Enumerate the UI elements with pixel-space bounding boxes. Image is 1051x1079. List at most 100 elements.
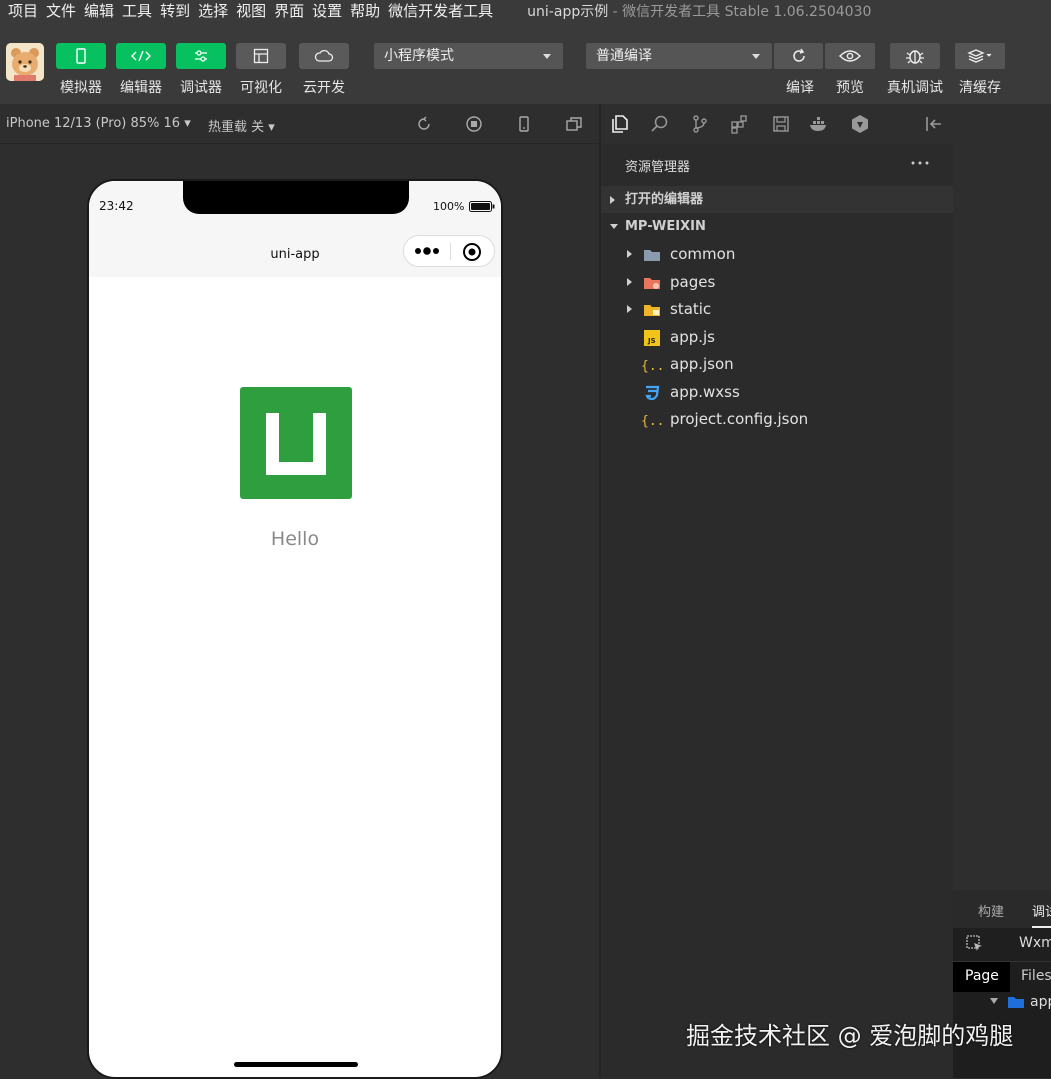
bug-icon — [906, 50, 924, 64]
json-file-icon: {..} — [641, 359, 663, 373]
page-tab[interactable]: Page — [965, 968, 999, 984]
source-control-icon[interactable] — [690, 114, 710, 134]
menu-item-settings[interactable]: 设置 — [304, 1, 342, 21]
clear-cache-label: 清缓存 — [959, 80, 1001, 96]
layers-icon — [967, 49, 992, 63]
explorer-panel: 资源管理器 打开的编辑器 MP-WEIXIN common pages stat… — [601, 144, 953, 1078]
menu-bar: 项目 文件 编辑 工具 转到 选择 视图 界面 设置 帮助 微信开发者工具 un… — [0, 0, 1051, 22]
remote-debug-label: 真机调试 — [887, 80, 943, 96]
tree-item-static[interactable]: static — [601, 296, 953, 323]
project-section[interactable]: MP-WEIXIN — [601, 213, 953, 240]
tree-item-label: app.wxss — [670, 383, 740, 401]
editor-button[interactable] — [116, 43, 166, 69]
chevron-down-icon[interactable] — [990, 998, 998, 1004]
device-select[interactable]: iPhone 12/13 (Pro) 85% 16 ▾ — [6, 116, 191, 131]
uni-logo-icon — [266, 413, 326, 475]
toolbar: 模拟器 编辑器 调试器 可视化 云开发 小程序模式 普通编译 编译 预览 真机调… — [0, 22, 1051, 104]
docker-icon[interactable] — [809, 114, 829, 134]
remote-debug-button[interactable] — [890, 43, 940, 69]
chevron-right-icon — [627, 250, 632, 258]
svg-text:JS: JS — [647, 337, 656, 345]
preview-button[interactable] — [825, 43, 875, 69]
js-file-icon: JS — [644, 330, 660, 346]
folder-icon — [1008, 997, 1024, 1008]
wxml-tab[interactable]: Wxml — [1019, 935, 1051, 951]
hot-reload-toggle[interactable]: 热重载 关 ▾ — [208, 116, 275, 135]
json-file-icon: {..} — [641, 414, 663, 428]
tree-item-label: static — [670, 300, 712, 318]
tree-item-label: pages — [670, 273, 716, 291]
simulator-button[interactable] — [56, 43, 106, 69]
menu-item-help[interactable]: 帮助 — [342, 1, 380, 21]
menu-item-tools[interactable]: 工具 — [114, 1, 152, 21]
chevron-right-icon — [627, 278, 632, 286]
svg-text:{..}: {..} — [641, 414, 663, 428]
phone-mode-icon[interactable] — [515, 115, 533, 133]
files-icon[interactable] — [610, 114, 630, 134]
tree-item-app-json[interactable]: {..} app.json — [601, 351, 953, 378]
menu-item-interface[interactable]: 界面 — [266, 1, 304, 21]
chevron-right-icon — [610, 196, 615, 204]
rotate-icon[interactable] — [415, 115, 433, 133]
collapse-panel-icon[interactable] — [924, 114, 944, 134]
outline-icon[interactable] — [771, 114, 791, 134]
more-options-icon[interactable] — [911, 161, 929, 165]
close-target-icon[interactable] — [462, 242, 482, 262]
open-editors-label: 打开的编辑器 — [625, 192, 704, 207]
bear-avatar-icon — [6, 43, 44, 81]
mode-select[interactable]: 小程序模式 — [374, 43, 563, 69]
window-title-project: uni-app示例 — [527, 4, 609, 20]
menu-item-devtools[interactable]: 微信开发者工具 — [380, 1, 493, 21]
project-label: MP-WEIXIN — [625, 219, 706, 234]
record-icon[interactable] — [465, 115, 483, 133]
tree-item-pages[interactable]: pages — [601, 269, 953, 296]
cloud-dev-button[interactable] — [299, 43, 349, 69]
debug-sliders-icon — [195, 50, 207, 62]
files-tab[interactable]: Files — [1021, 968, 1051, 984]
inspect-cursor-icon[interactable] — [966, 935, 984, 953]
debugger-button[interactable] — [176, 43, 226, 69]
activity-bar — [601, 104, 953, 144]
menu-item-edit[interactable]: 编辑 — [76, 1, 114, 21]
cloud-icon — [314, 49, 334, 62]
home-indicator — [234, 1062, 358, 1067]
tree-item-app-js[interactable]: JS app.js — [601, 324, 953, 351]
chevron-down-icon — [752, 54, 760, 59]
compile-select-value: 普通编译 — [596, 48, 652, 64]
tab-debug[interactable]: 调试 — [1032, 901, 1051, 928]
compile-button[interactable] — [773, 43, 823, 69]
explorer-title: 资源管理器 — [625, 160, 691, 175]
editor-label: 编辑器 — [120, 80, 162, 96]
clear-cache-button[interactable] — [955, 43, 1005, 69]
menu-item-file[interactable]: 文件 — [38, 1, 76, 21]
detach-window-icon[interactable] — [565, 115, 583, 133]
battery-icon — [469, 201, 495, 212]
window-title: uni-app示例 - 微信开发者工具 Stable 1.06.2504030 — [527, 1, 871, 21]
static-folder-icon — [644, 305, 660, 316]
compile-select[interactable]: 普通编译 — [586, 43, 772, 69]
mode-select-value: 小程序模式 — [384, 48, 454, 64]
menu-item-goto[interactable]: 转到 — [152, 1, 190, 21]
preview-label: 预览 — [836, 80, 864, 96]
tree-item-app-wxss[interactable]: app.wxss — [601, 379, 953, 406]
layout-icon — [253, 48, 269, 64]
open-editors-section[interactable]: 打开的编辑器 — [601, 186, 953, 213]
chevron-down-icon — [543, 54, 551, 59]
cube-icon[interactable] — [850, 114, 870, 134]
extensions-icon[interactable] — [730, 114, 750, 134]
menu-item-select[interactable]: 选择 — [190, 1, 228, 21]
search-icon[interactable] — [650, 114, 670, 134]
tab-build[interactable]: 构建 — [978, 901, 1004, 920]
tree-item-project-config[interactable]: {..} project.config.json — [601, 406, 953, 433]
eye-icon — [839, 50, 861, 62]
visual-button[interactable] — [236, 43, 286, 69]
watermark: 掘金技术社区 @ 爱泡脚的鸡腿 — [686, 1022, 1014, 1050]
tree-item-label: common — [670, 245, 736, 263]
phone-icon — [76, 48, 86, 64]
folder-icon — [644, 250, 660, 261]
menu-item-project[interactable]: 项目 — [0, 1, 38, 21]
menu-item-view[interactable]: 视图 — [228, 1, 266, 21]
more-dots-icon[interactable] — [414, 247, 440, 255]
avatar[interactable] — [6, 43, 44, 81]
tree-item-common[interactable]: common — [601, 241, 953, 268]
